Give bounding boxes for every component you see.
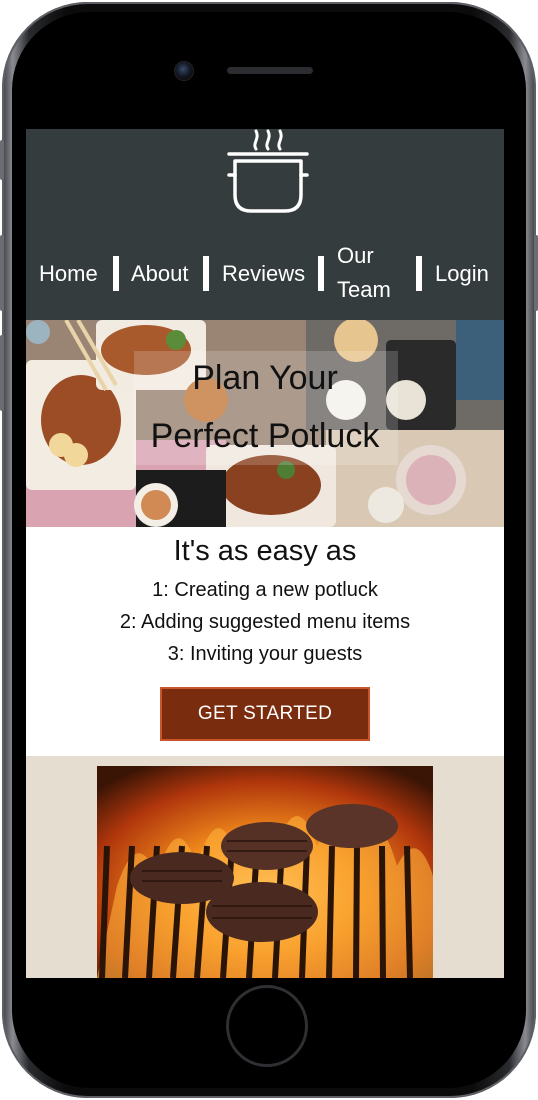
step-item: 3: Inviting your guests: [167, 643, 363, 665]
cooking-pot-icon[interactable]: [226, 129, 310, 215]
front-camera: [174, 61, 194, 81]
phone-volume-down-button: [0, 335, 4, 411]
hero-title-line1: Plan Your: [192, 359, 338, 397]
app-screen: Home About Reviews Our Team Login Plan Y…: [26, 129, 504, 978]
nav-about[interactable]: About: [131, 257, 189, 291]
steps-section: It's as easy as 1: Creating a new potluc…: [26, 527, 504, 756]
step-item: 1: Creating a new potluck: [152, 579, 378, 601]
steps-heading: It's as easy as: [173, 535, 357, 567]
earpiece-speaker: [227, 67, 313, 74]
nav-reviews[interactable]: Reviews: [222, 257, 305, 291]
step-item: 2: Adding suggested menu items: [119, 611, 411, 633]
hero-banner: Plan Your Perfect Potluck: [26, 320, 504, 527]
grill-burgers-image: [97, 766, 433, 978]
get-started-button[interactable]: GET STARTED: [160, 687, 370, 741]
nav-divider: [318, 256, 324, 291]
phone-power-button: [534, 235, 538, 311]
nav-login[interactable]: Login: [435, 257, 489, 291]
home-button[interactable]: [226, 985, 308, 1067]
nav-our-team-line2: Team: [337, 277, 391, 302]
nav-home[interactable]: Home: [39, 257, 98, 291]
phone-side-button: [0, 140, 4, 180]
site-header: Home About Reviews Our Team Login: [26, 129, 504, 320]
grill-section: [26, 756, 504, 978]
nav-divider: [203, 256, 209, 291]
phone-volume-up-button: [0, 235, 4, 311]
hero-title-line2: Perfect Potluck: [150, 417, 380, 455]
nav-divider: [416, 256, 422, 291]
nav-divider: [113, 256, 119, 291]
nav-our-team-line1: Our: [337, 243, 374, 268]
